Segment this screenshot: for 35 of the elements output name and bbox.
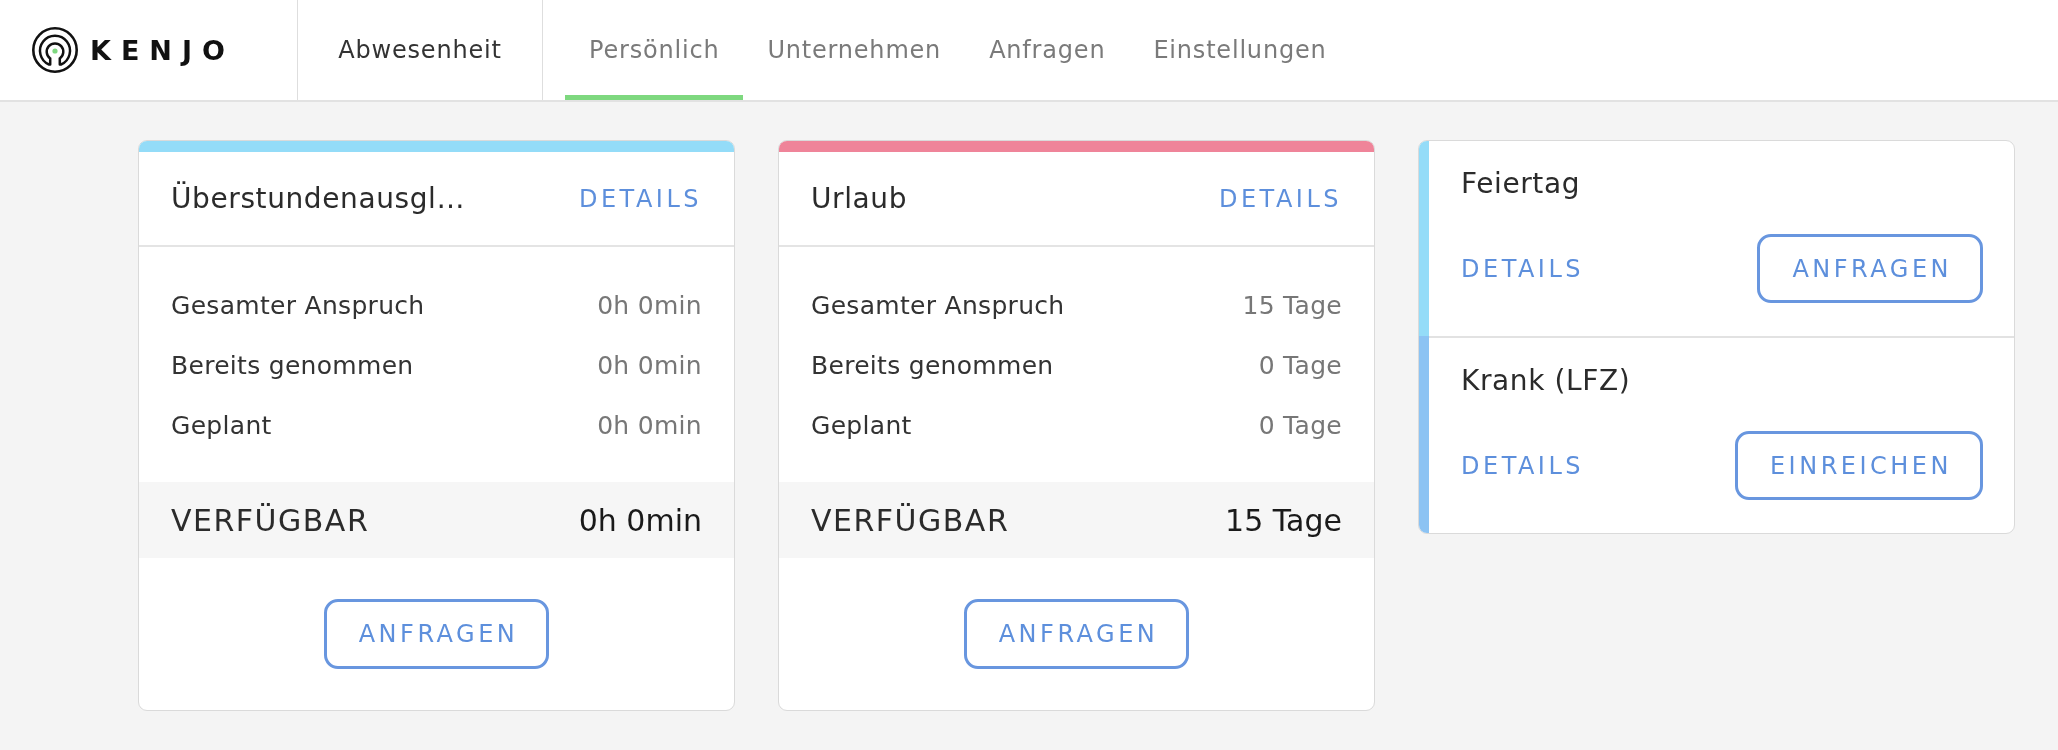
row-label: Bereits genommen bbox=[811, 350, 1054, 380]
row-label: Geplant bbox=[171, 410, 272, 440]
row-label: Gesamter Anspruch bbox=[171, 290, 425, 320]
nav-tab[interactable]: Anfragen bbox=[965, 0, 1130, 100]
row-value: 0 Tage bbox=[1258, 350, 1342, 380]
row-value: 15 Tage bbox=[1242, 290, 1342, 320]
card-title: Überstundenausgl… bbox=[171, 182, 466, 215]
type-title: Feiertag bbox=[1461, 166, 1581, 202]
row-value: 0h 0min bbox=[597, 410, 702, 440]
nav-tab[interactable]: Unternehmen bbox=[743, 0, 966, 100]
available-label: VERFÜGBAR bbox=[811, 502, 1010, 538]
available-value: 15 Tage bbox=[1225, 502, 1342, 538]
logo-icon bbox=[32, 27, 78, 73]
details-link[interactable]: DETAILS bbox=[1218, 184, 1342, 213]
available-value: 0h 0min bbox=[578, 502, 702, 538]
row-label: Gesamter Anspruch bbox=[811, 290, 1065, 320]
logo-text: KENJO bbox=[90, 36, 235, 64]
row-label: Geplant bbox=[811, 410, 912, 440]
nav-tab[interactable]: Persönlich bbox=[565, 0, 744, 100]
details-link[interactable]: DETAILS bbox=[1461, 451, 1585, 480]
type-title: Krank (LFZ) bbox=[1461, 363, 1631, 399]
request-button[interactable]: ANFRAGEN bbox=[1757, 234, 1983, 303]
row-value: 0h 0min bbox=[597, 350, 702, 380]
request-button[interactable]: ANFRAGEN bbox=[963, 599, 1190, 669]
request-button[interactable]: ANFRAGEN bbox=[323, 599, 550, 669]
card-title: Urlaub bbox=[811, 182, 908, 215]
section-title: Abwesenheit bbox=[338, 36, 502, 64]
row-value: 0h 0min bbox=[597, 290, 702, 320]
available-label: VERFÜGBAR bbox=[171, 502, 370, 538]
details-link[interactable]: DETAILS bbox=[578, 184, 702, 213]
details-link[interactable]: DETAILS bbox=[1461, 254, 1585, 283]
request-button[interactable]: EINREICHEN bbox=[1734, 431, 1983, 500]
nav-tab[interactable]: Einstellungen bbox=[1129, 0, 1351, 100]
row-label: Bereits genommen bbox=[171, 350, 414, 380]
row-value: 0 Tage bbox=[1258, 410, 1342, 440]
